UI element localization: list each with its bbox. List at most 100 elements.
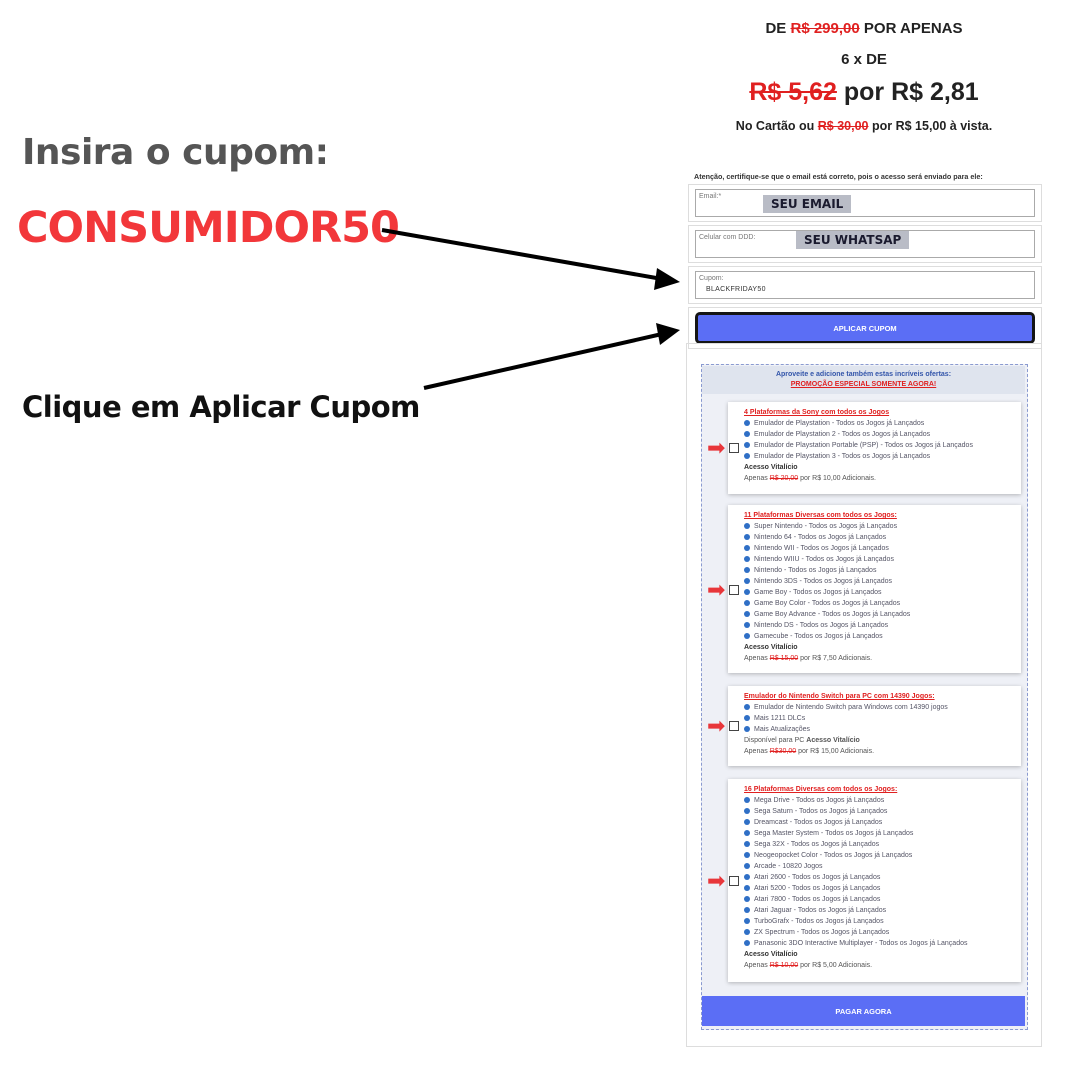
list-item: Arcade - 10820 Jogos: [744, 861, 1013, 872]
list-item: Atari 2600 - Todos os Jogos já Lançados: [744, 872, 1013, 883]
price-from-prefix: DE: [765, 20, 787, 37]
offers-header: Aproveite e adicione também estas incrív…: [702, 366, 1025, 394]
offer-card-switch: Emulador do Nintendo Switch para PC com …: [728, 686, 1021, 766]
list-item: Emulador de Playstation 3 - Todos os Jog…: [744, 451, 1013, 462]
arrow-right-icon: ➡: [707, 713, 726, 738]
coupon-label: Cupom:: [699, 275, 724, 282]
arrow-right-icon: ➡: [707, 435, 726, 460]
offer-price-new: por R$ 15,00 Adicionais.: [798, 748, 875, 755]
arrow-to-coupon-field: [381, 228, 680, 290]
cash-price-line: No Cartão ou R$ 30,00 por R$ 15,00 à vis…: [688, 119, 1040, 133]
offer-price: Apenas R$ 10,00 por R$ 5,00 Adicionais.: [744, 960, 1013, 971]
price-from-suffix: POR APENAS: [863, 20, 963, 37]
offer-price-prefix: Apenas: [744, 748, 768, 755]
list-item: Gamecube - Todos os Jogos já Lançados: [744, 631, 1013, 642]
list-item: Emulador de Nintendo Switch para Windows…: [744, 702, 1013, 713]
email-label: Email:*: [699, 193, 722, 200]
installment-new: por R$ 2,81: [843, 78, 979, 106]
list-item: Emulador de Playstation Portable (PSP) -…: [744, 440, 1013, 451]
list-item: Mais 1211 DLCs: [744, 713, 1013, 724]
list-item: Atari 5200 - Todos os Jogos já Lançados: [744, 883, 1013, 894]
list-item: Emulador de Playstation 2 - Todos os Jog…: [744, 429, 1013, 440]
offer-platform: Disponível para PC: [744, 737, 805, 744]
offer-card-sony: 4 Plataformas da Sony com todos os Jogos…: [728, 402, 1021, 494]
list-item: Dreamcast - Todos os Jogos já Lançados: [744, 817, 1013, 828]
phone-row: Celular com DDD: SEU WHATSAP: [688, 225, 1042, 263]
list-item: Atari 7800 - Todos os Jogos já Lançados: [744, 894, 1013, 905]
price-old: R$ 299,00: [790, 20, 860, 37]
offer-price-new: por R$ 5,00 Adicionais.: [800, 962, 873, 969]
list-item: Emulador de Playstation - Todos os Jogos…: [744, 418, 1013, 429]
click-apply-instruction: Clique em Aplicar Cupom: [22, 390, 420, 424]
list-item: Game Boy Advance - Todos os Jogos já Lan…: [744, 609, 1013, 620]
coupon-row: Cupom: BLACKFRIDAY50: [688, 266, 1042, 304]
list-item: Nintendo - Todos os Jogos já Lançados: [744, 565, 1013, 576]
offer-card-retro: 16 Plataformas Diversas com todos os Jog…: [728, 779, 1021, 982]
cash-old: R$ 30,00: [817, 119, 869, 133]
list-item: Atari Jaguar - Todos os Jogos já Lançado…: [744, 905, 1013, 916]
offers-header-line1: Aproveite e adicione também estas incrív…: [775, 371, 952, 378]
offers-header-promo: PROMOÇÃO ESPECIAL SOMENTE AGORA!: [790, 381, 937, 388]
insert-coupon-heading: Insira o cupom:: [22, 132, 329, 173]
cash-prefix: No Cartão ou: [735, 119, 815, 133]
offer-card-nintendo: 11 Plataformas Diversas com todos os Jog…: [728, 505, 1021, 673]
offer-items: Emulador de Nintendo Switch para Windows…: [744, 702, 1013, 735]
offer-price: Apenas R$30,00 por R$ 15,00 Adicionais.: [744, 746, 1013, 757]
price-from-line: DE R$ 299,00 POR APENAS: [688, 20, 1040, 37]
phone-field[interactable]: Celular com DDD: SEU WHATSAP: [695, 230, 1035, 258]
offer-price-old: R$ 15,00: [769, 655, 799, 662]
apply-coupon-button[interactable]: APLICAR CUPOM: [695, 312, 1035, 344]
checkout-form: Atenção, certifique-se que o email está …: [688, 172, 1042, 349]
list-item: Nintendo WIIU - Todos os Jogos já Lançad…: [744, 554, 1013, 565]
list-item: Mega Drive - Todos os Jogos já Lançados: [744, 795, 1013, 806]
list-item: ZX Spectrum - Todos os Jogos já Lançados: [744, 927, 1013, 938]
email-attention-note: Atenção, certifique-se que o email está …: [694, 172, 983, 181]
offer-price-new: por R$ 7,50 Adicionais.: [800, 655, 873, 662]
offer-access-line: Disponível para PC Acesso Vitalício: [744, 735, 1013, 746]
list-item: Nintendo 3DS - Todos os Jogos já Lançado…: [744, 576, 1013, 587]
list-item: Sega Master System - Todos os Jogos já L…: [744, 828, 1013, 839]
list-item: Game Boy Color - Todos os Jogos já Lança…: [744, 598, 1013, 609]
offer-title: Emulador do Nintendo Switch para PC com …: [744, 693, 935, 700]
offer-checkbox-switch[interactable]: [729, 721, 739, 731]
offer-items: Emulador de Playstation - Todos os Jogos…: [744, 418, 1013, 462]
offer-checkbox-retro[interactable]: [729, 876, 739, 886]
coupon-value: BLACKFRIDAY50: [706, 286, 766, 293]
offer-price: Apenas R$ 15,00 por R$ 7,50 Adicionais.: [744, 653, 1013, 664]
list-item: Mais Atualizações: [744, 724, 1013, 735]
arrow-right-icon: ➡: [707, 577, 726, 602]
pay-now-button[interactable]: PAGAR AGORA: [702, 996, 1025, 1026]
offer-price-prefix: Apenas: [744, 962, 768, 969]
list-item: Nintendo 64 - Todos os Jogos já Lançados: [744, 532, 1013, 543]
email-field[interactable]: Email:* SEU EMAIL: [695, 189, 1035, 217]
list-item: Game Boy - Todos os Jogos já Lançados: [744, 587, 1013, 598]
offer-price-old: R$ 10,00: [769, 962, 799, 969]
offer-price-old: R$ 20,00: [769, 475, 799, 482]
coupon-code-text: CONSUMIDOR50: [17, 203, 400, 253]
offer-price-new: por R$ 10,00 Adicionais.: [800, 475, 876, 482]
installment-old: R$ 5,62: [749, 78, 837, 106]
list-item: Sega 32X - Todos os Jogos já Lançados: [744, 839, 1013, 850]
coupon-field[interactable]: Cupom: BLACKFRIDAY50: [695, 271, 1035, 299]
offer-access: Acesso Vitalício: [744, 464, 798, 471]
arrow-to-apply-button: [423, 323, 680, 390]
offer-checkbox-sony[interactable]: [729, 443, 739, 453]
offer-title: 16 Plataformas Diversas com todos os Jog…: [744, 786, 898, 793]
offer-access: Acesso Vitalício: [806, 737, 860, 744]
cash-suffix: por R$ 15,00 à vista.: [871, 119, 993, 133]
list-item: Nintendo WII - Todos os Jogos já Lançado…: [744, 543, 1013, 554]
offer-items: Mega Drive - Todos os Jogos já Lançados …: [744, 795, 1013, 949]
offer-price: Apenas R$ 20,00 por R$ 10,00 Adicionais.: [744, 473, 1013, 484]
installment-price-line: R$ 5,62 por R$ 2,81: [688, 78, 1040, 107]
offer-title: 4 Plataformas da Sony com todos os Jogos: [744, 409, 890, 416]
installments-line: 6 x DE: [841, 51, 887, 68]
list-item: Neogeopocket Color - Todos os Jogos já L…: [744, 850, 1013, 861]
list-item: Panasonic 3DO Interactive Multiplayer - …: [744, 938, 1013, 949]
list-item: Sega Saturn - Todos os Jogos já Lançados: [744, 806, 1013, 817]
email-tag: SEU EMAIL: [763, 195, 852, 213]
price-header: DE R$ 299,00 POR APENAS 6 x DE R$ 5,62 p…: [688, 20, 1040, 133]
offer-price-old: R$30,00: [769, 748, 797, 755]
offer-checkbox-nintendo[interactable]: [729, 585, 739, 595]
phone-label: Celular com DDD:: [699, 234, 756, 241]
email-row: Email:* SEU EMAIL: [688, 184, 1042, 222]
